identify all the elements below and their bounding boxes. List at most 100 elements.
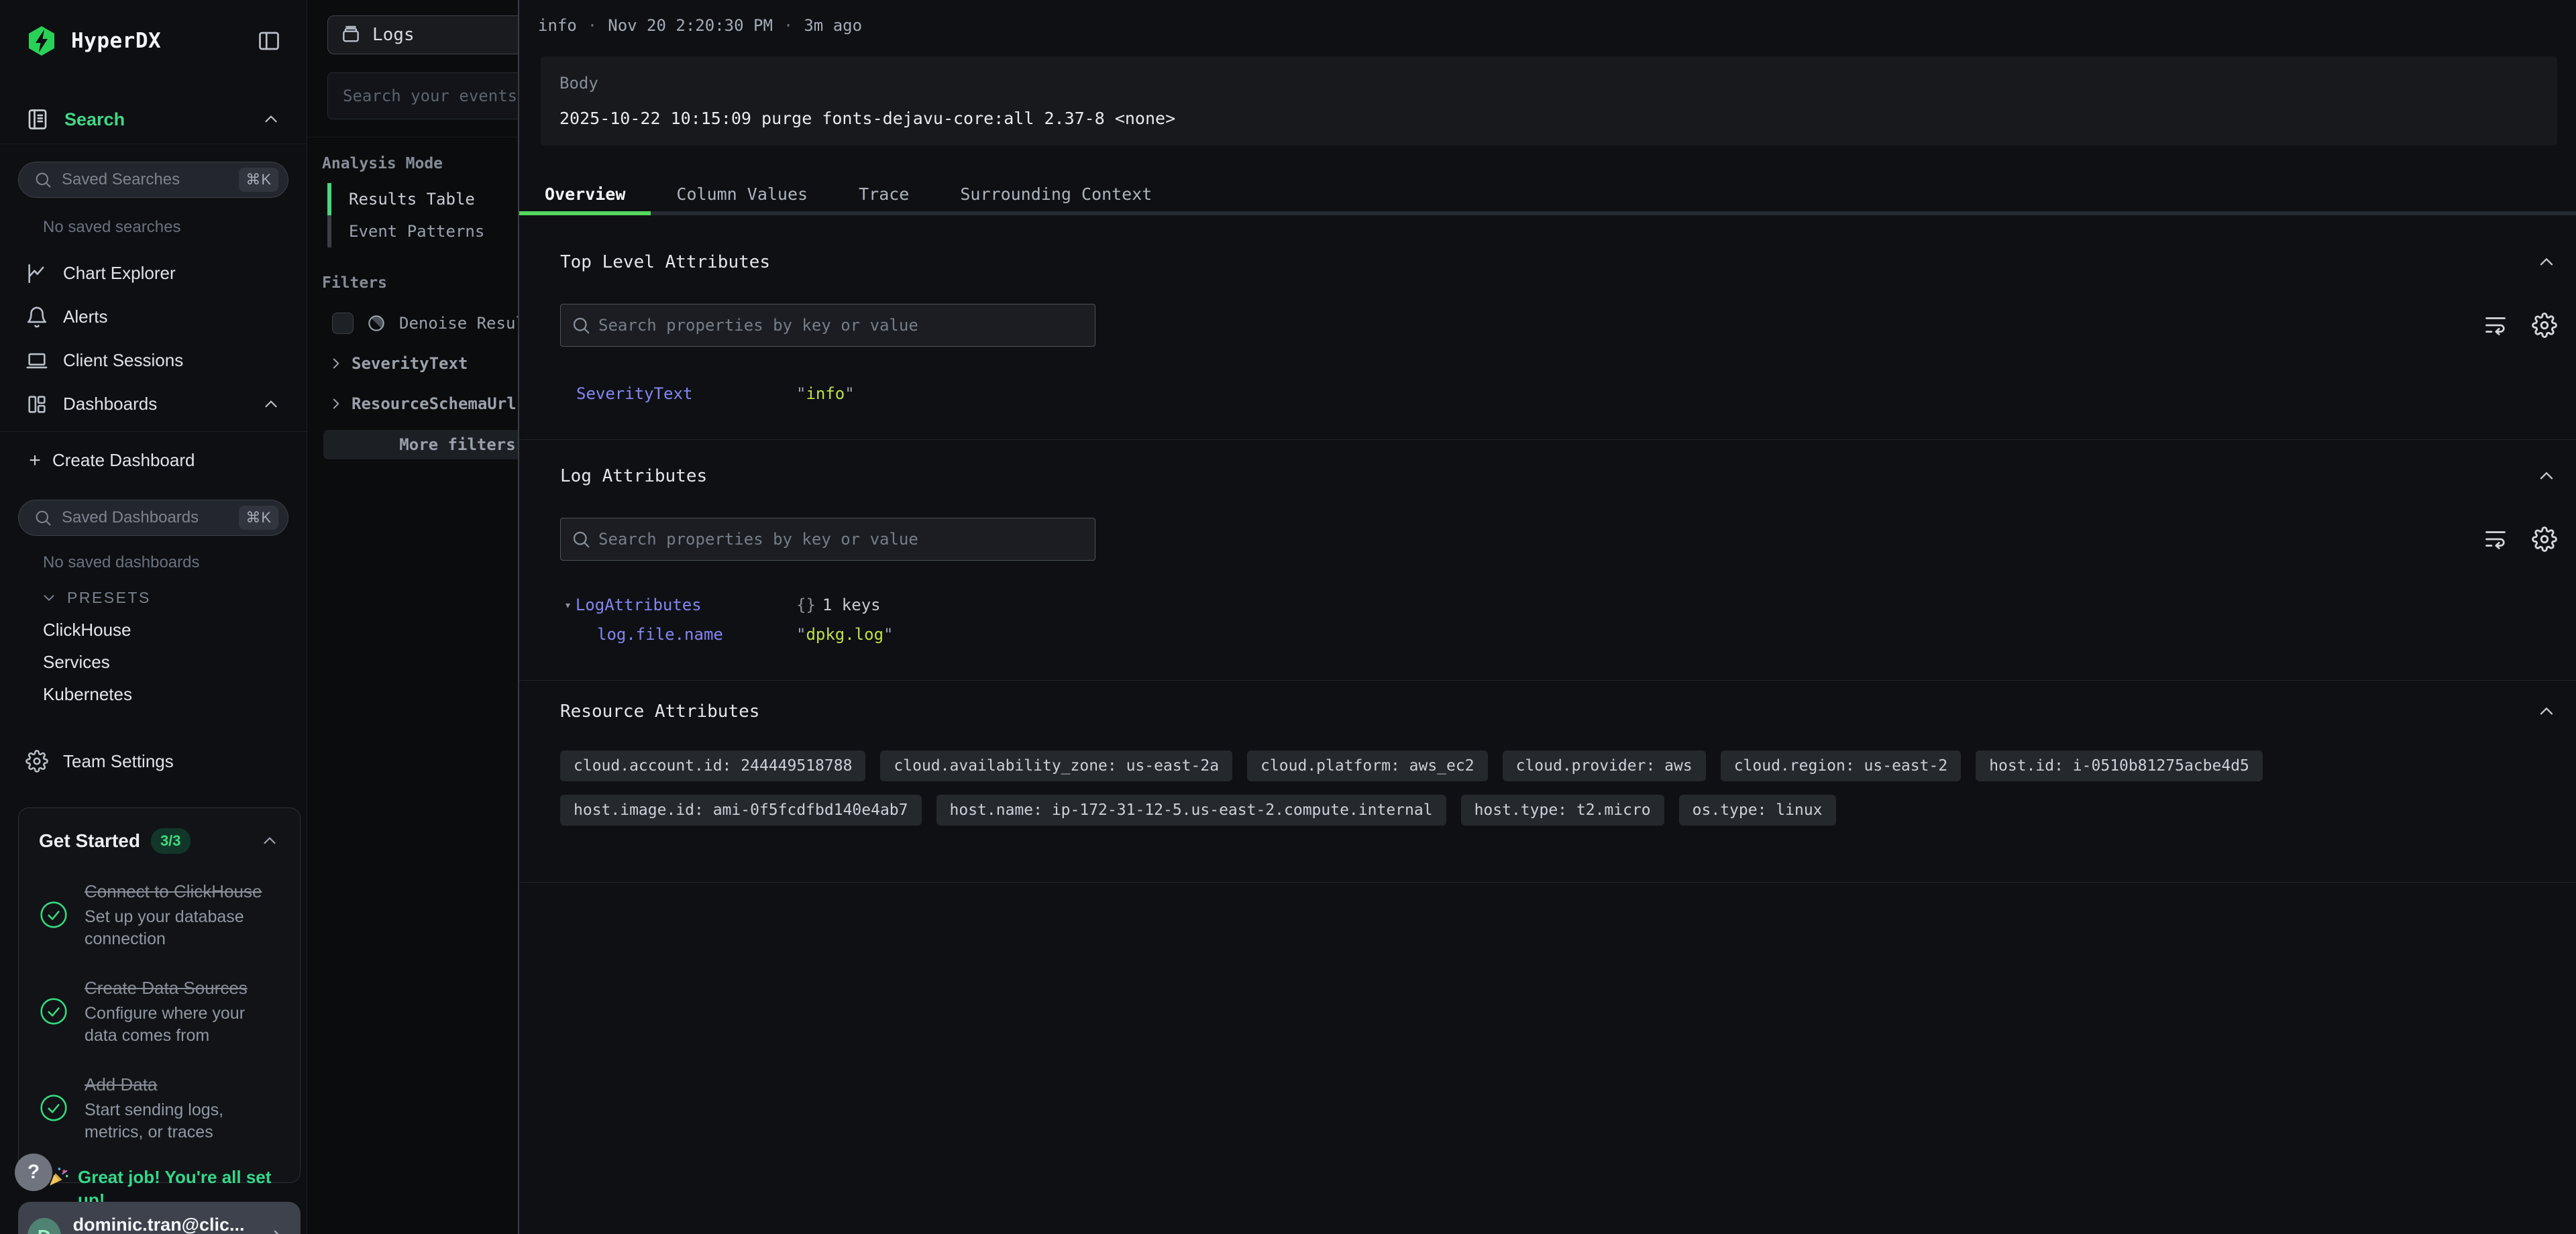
wrap-lines-icon[interactable] (2483, 313, 2508, 337)
collapse-section-icon[interactable] (2536, 465, 2557, 487)
resource-pill[interactable]: cloud.platform: aws_ec2 (1247, 750, 1488, 781)
saved-searches-placeholder: Saved Searches (62, 170, 229, 189)
sidebar-item-label: Client Sessions (63, 350, 183, 371)
resource-pill[interactable]: host.name: ip-172-31-12-5.us-east-2.comp… (936, 795, 1446, 826)
chart-icon (25, 262, 48, 285)
resource-pill[interactable]: cloud.availability_zone: us-east-2a (880, 750, 1232, 781)
severity-level: info (538, 16, 577, 35)
shortcut-badge: ⌘K (239, 168, 278, 192)
get-started-step[interactable]: Connect to ClickHouse Set up your databa… (39, 879, 280, 950)
divider (519, 882, 2576, 883)
event-header: info · Nov 20 2:20:30 PM · 3m ago (538, 16, 2576, 35)
properties-search-input[interactable] (560, 518, 1095, 561)
denoise-checkbox[interactable] (332, 313, 354, 334)
more-filters-button[interactable]: More filters (323, 430, 518, 459)
filter-group-resourceschemaurl[interactable]: ResourceSchemaUrl (327, 392, 518, 415)
resource-pill[interactable]: host.image.id: ami-0f5fcdfbd140e4ab7 (560, 795, 922, 826)
section-title: Log Attributes (560, 466, 707, 486)
sidebar-nav: Chart Explorer Alerts Client Sessions Da… (0, 251, 307, 426)
attribute-value[interactable]: dpkg.log (806, 625, 883, 644)
chevron-right-icon (267, 1226, 288, 1234)
sidebar-item-client-sessions[interactable]: Client Sessions (0, 339, 307, 382)
events-search-input[interactable] (327, 72, 518, 119)
resource-pill[interactable]: host.id: i-0510b81275acbe4d5 (1976, 750, 2263, 781)
tab-surrounding-context[interactable]: Surrounding Context (934, 172, 1177, 215)
resource-pill[interactable]: host.type: t2.micro (1461, 795, 1664, 826)
attribute-row: log.file.name "dpkg.log" (560, 620, 2557, 649)
saved-dashboards-input[interactable]: Saved Dashboards ⌘K (18, 500, 288, 536)
active-indicator (327, 183, 331, 215)
step-desc: Set up your database connection (85, 906, 270, 950)
tab-column-values[interactable]: Column Values (651, 172, 833, 215)
sidebar-item-team-settings[interactable]: Team Settings (0, 745, 307, 777)
properties-search-input[interactable] (560, 304, 1095, 347)
filters-label: Filters (322, 274, 518, 292)
caret-down-icon[interactable]: ▾ (564, 598, 572, 612)
sidebar: HyperDX Search Saved Searches ⌘K No save… (0, 0, 307, 1234)
shortcut-badge: ⌘K (239, 506, 278, 530)
wrap-lines-icon[interactable] (2483, 527, 2508, 551)
saved-searches-input[interactable]: Saved Searches ⌘K (18, 162, 288, 198)
attribute-key[interactable]: SeverityText (576, 384, 796, 403)
gear-icon[interactable] (2532, 526, 2557, 552)
search-icon (571, 315, 591, 335)
brand-title: HyperDX (71, 29, 161, 53)
source-select[interactable]: Logs (327, 15, 518, 54)
preset-services[interactable]: Services (0, 646, 307, 678)
chevron-up-icon[interactable] (261, 394, 281, 414)
sidebar-item-alerts[interactable]: Alerts (0, 295, 307, 339)
create-dashboard-label: Create Dashboard (52, 450, 195, 471)
presets-toggle[interactable]: PRESETS (40, 590, 307, 606)
event-body-card: Body 2025-10-22 10:15:09 purge fonts-dej… (541, 56, 2557, 146)
mode-results-table[interactable]: Results Table (307, 183, 518, 215)
database-icon (340, 24, 362, 46)
chevron-up-icon[interactable] (260, 831, 280, 851)
chevron-up-icon[interactable] (261, 109, 281, 129)
plus-icon: + (25, 449, 44, 472)
mode-event-patterns[interactable]: Event Patterns (307, 215, 518, 247)
gear-icon (25, 750, 48, 773)
sidebar-item-dashboards[interactable]: Dashboards (0, 382, 307, 426)
filter-group-severitytext[interactable]: SeverityText (327, 352, 518, 375)
attribute-key[interactable]: log.file.name (576, 625, 796, 644)
saved-dashboards-placeholder: Saved Dashboards (62, 508, 229, 527)
gear-icon[interactable] (2532, 313, 2557, 338)
section-top-level-attributes: Top Level Attributes (519, 215, 2576, 439)
attribute-value[interactable]: info (806, 384, 845, 403)
resource-pill[interactable]: os.type: linux (1679, 795, 1836, 826)
get-started-step[interactable]: Create Data Sources Configure where your… (39, 976, 280, 1047)
sidebar-item-label: Alerts (63, 306, 107, 327)
preset-kubernetes[interactable]: Kubernetes (0, 678, 307, 710)
sidebar-collapse-icon[interactable] (257, 29, 281, 53)
hyperdx-app: HyperDX Search Saved Searches ⌘K No save… (0, 0, 2576, 1234)
denoise-icon (366, 313, 387, 334)
get-started-step[interactable]: Add Data Start sending logs, metrics, or… (39, 1072, 280, 1143)
section-resource-attributes: Resource Attributes cloud.account.id: 24… (519, 681, 2576, 882)
resource-pill[interactable]: cloud.account.id: 244449518788 (560, 750, 865, 781)
step-title: Add Data (85, 1074, 157, 1095)
avatar: D (28, 1218, 61, 1234)
no-saved-searches-text: No saved searches (43, 218, 307, 237)
get-started-header[interactable]: Get Started 3/3 (39, 828, 280, 854)
tab-trace[interactable]: Trace (833, 172, 934, 215)
sidebar-item-search[interactable]: Search (0, 105, 307, 134)
tab-overview[interactable]: Overview (519, 172, 651, 215)
body-content: 2025-10-22 10:15:09 purge fonts-dejavu-c… (559, 109, 2538, 128)
search-icon (34, 508, 52, 527)
progress-badge: 3/3 (151, 828, 191, 854)
step-title: Connect to ClickHouse (85, 881, 262, 901)
resource-pill[interactable]: cloud.provider: aws (1503, 750, 1706, 781)
preset-clickhouse[interactable]: ClickHouse (0, 614, 307, 646)
inactive-indicator (327, 215, 331, 247)
step-desc: Configure where your data comes from (85, 1003, 270, 1047)
get-started-card: Get Started 3/3 Connect to ClickHouse Se… (18, 807, 301, 1183)
sidebar-item-chart-explorer[interactable]: Chart Explorer (0, 251, 307, 295)
create-dashboard-button[interactable]: + Create Dashboard (0, 439, 307, 482)
collapse-section-icon[interactable] (2536, 701, 2557, 722)
user-menu[interactable]: D dominic.tran@clic... dominic.tran@clic… (18, 1202, 301, 1234)
help-button[interactable]: ? (15, 1154, 52, 1191)
keys-count: {}1 keys (796, 596, 2557, 614)
attribute-key-logattributes[interactable]: ▾LogAttributes (576, 596, 796, 614)
collapse-section-icon[interactable] (2536, 251, 2557, 273)
resource-pill[interactable]: cloud.region: us-east-2 (1721, 750, 1962, 781)
